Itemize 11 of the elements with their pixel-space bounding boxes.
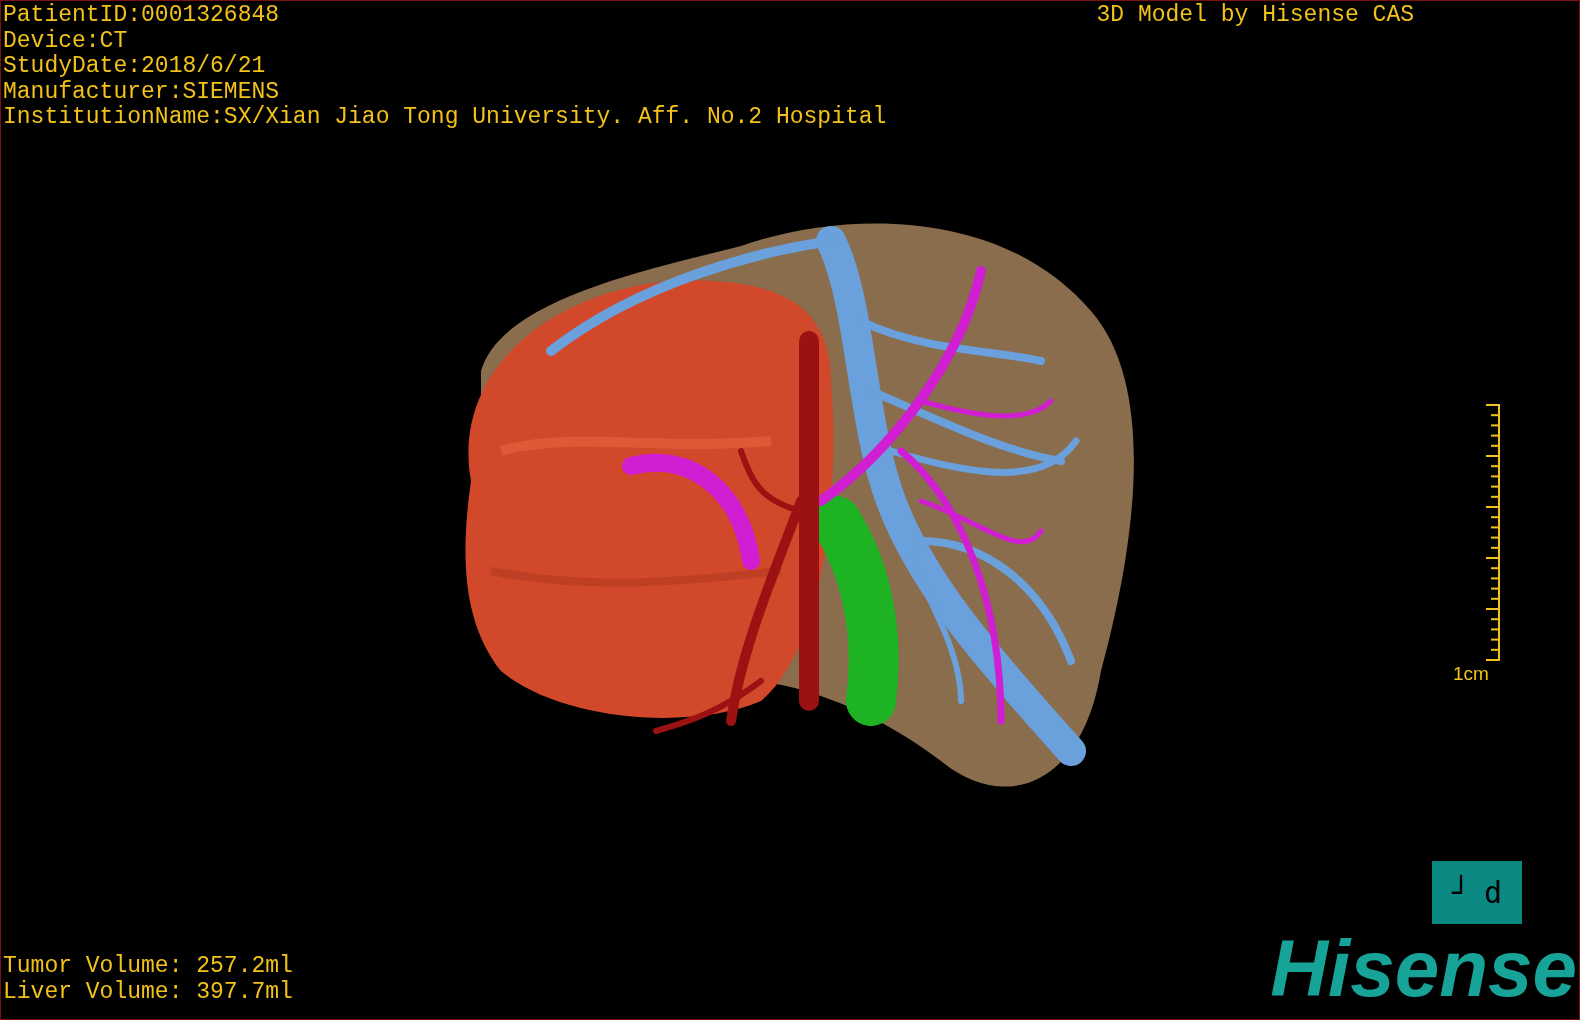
volume-text: Liver Volume: 397.7ml — [3, 979, 293, 1005]
brand-logo: Hisense — [1270, 929, 1577, 1009]
patient-info-text: InstitutionName:SX/Xian Jiao Tong University. Aff. No.2 Hospital — [3, 105, 887, 131]
patient-info-text: PatientID:0001326848 — [3, 3, 281, 29]
patient-info-text: StudyDate:2018/6/21 — [3, 54, 267, 80]
credit-text: 3D Model by Hisense CAS — [1096, 3, 1414, 30]
orientation-cube[interactable]: ┘ d — [1432, 861, 1522, 924]
volume-text: Tumor Volume: 257.2ml — [3, 954, 293, 980]
scale-label: 1cm — [1453, 663, 1489, 685]
patient-info-text: Device:CT — [3, 28, 129, 54]
patient-info-text: Manufacturer:SIEMENS — [3, 79, 281, 105]
